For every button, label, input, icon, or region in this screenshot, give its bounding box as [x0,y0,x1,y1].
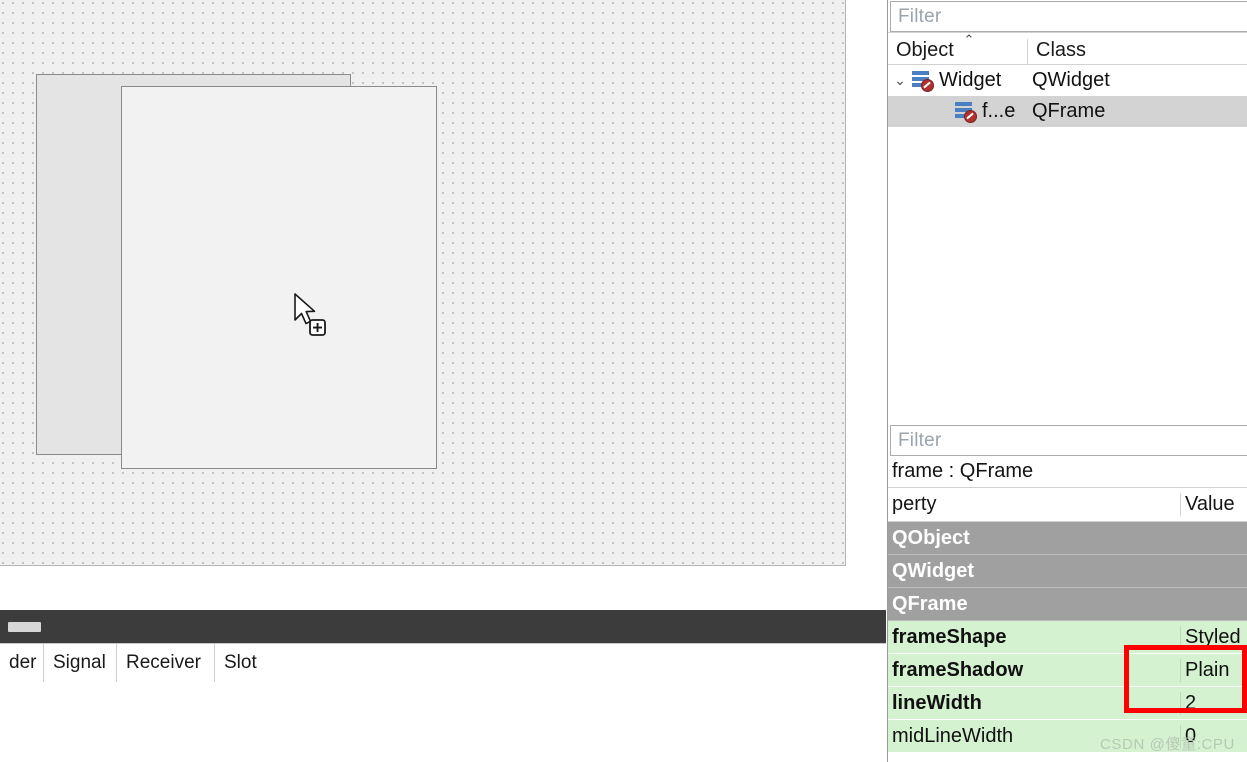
column-header-receiver[interactable]: Receiver [117,644,215,682]
column-header-sender[interactable]: der [0,644,44,682]
column-header-slot[interactable]: Slot [215,644,375,682]
right-dock-area: Filter ⌃ Object Class ⌄ Widget QWidget f… [887,0,1247,762]
property-value[interactable]: 0 [1181,725,1196,748]
column-header-class[interactable]: Class [1028,39,1228,64]
property-value[interactable]: Plain [1181,659,1229,682]
property-group-row-qwidget[interactable]: QWidget [888,555,1247,588]
object-inspector-row-frame[interactable]: f...e QFrame [888,96,1247,127]
column-header-property[interactable]: perty [888,493,1181,516]
object-inspector-header: ⌃ Object Class [888,32,1247,65]
property-editor-filter-placeholder: Filter [898,429,942,451]
qt-designer-window: der Signal Receiver Slot Filter ⌃ Object… [0,0,1247,762]
dock-splitter-handle[interactable] [8,622,41,632]
property-editor-filter-input[interactable]: Filter [890,425,1247,456]
property-name: lineWidth [888,691,1181,715]
property-editor-panel[interactable]: Filter frame : QFrame perty Value QObjec… [888,424,1247,762]
object-inspector-panel[interactable]: Filter ⌃ Object Class ⌄ Widget QWidget f… [888,0,1247,424]
signal-slot-header-row: der Signal Receiver Slot [0,644,375,682]
object-inspector-filter-placeholder: Filter [898,5,942,27]
chevron-down-icon[interactable]: ⌄ [888,72,912,89]
object-inspector-row-class: QWidget [1032,69,1110,91]
object-name-cell: f...e [955,100,1028,123]
property-group-name: QObject [892,526,970,549]
column-header-signal[interactable]: Signal [44,644,117,682]
object-inspector-row-label: Widget [939,69,1002,91]
column-header-object[interactable]: Object [888,39,1028,64]
form-editor-pane[interactable] [0,0,886,607]
object-inspector-row-class: QFrame [1032,100,1106,122]
qt-frame-icon [955,102,977,123]
property-group-name: QFrame [892,592,968,615]
property-name: midLineWidth [888,724,1181,748]
property-editor-subject: frame : QFrame [888,456,1247,488]
property-row-frameshadow[interactable]: frameShadow Plain [888,654,1247,687]
property-group-row-qobject[interactable]: QObject [888,522,1247,555]
object-inspector-filter-input[interactable]: Filter [890,1,1247,32]
column-header-value[interactable]: Value [1181,493,1247,516]
property-editor-header: perty Value [888,488,1247,522]
form-design-canvas[interactable] [0,0,846,566]
object-inspector-row-label: f...e [982,100,1016,122]
sort-ascending-icon[interactable]: ⌃ [961,33,977,46]
property-row-midlinewidth[interactable]: midLineWidth 0 [888,720,1247,753]
property-row-linewidth[interactable]: lineWidth 2 [888,687,1247,720]
qt-widget-icon [912,71,934,92]
property-name: frameShadow [888,658,1181,682]
property-value[interactable]: 2 [1181,692,1196,715]
form-frame-front-selected[interactable] [121,86,437,469]
property-name: frameShape [888,625,1181,649]
object-name-cell: Widget [912,69,1028,92]
signal-slot-rows[interactable] [0,682,886,762]
property-group-name: QWidget [892,559,975,582]
property-group-row-qframe[interactable]: QFrame [888,588,1247,621]
property-value[interactable]: Styled [1181,626,1241,649]
signal-slot-editor[interactable]: der Signal Receiver Slot [0,643,886,762]
property-row-frameshape[interactable]: frameShape Styled [888,621,1247,654]
dock-splitter-bar[interactable] [0,610,886,643]
object-inspector-row-widget[interactable]: ⌄ Widget QWidget [888,65,1247,96]
